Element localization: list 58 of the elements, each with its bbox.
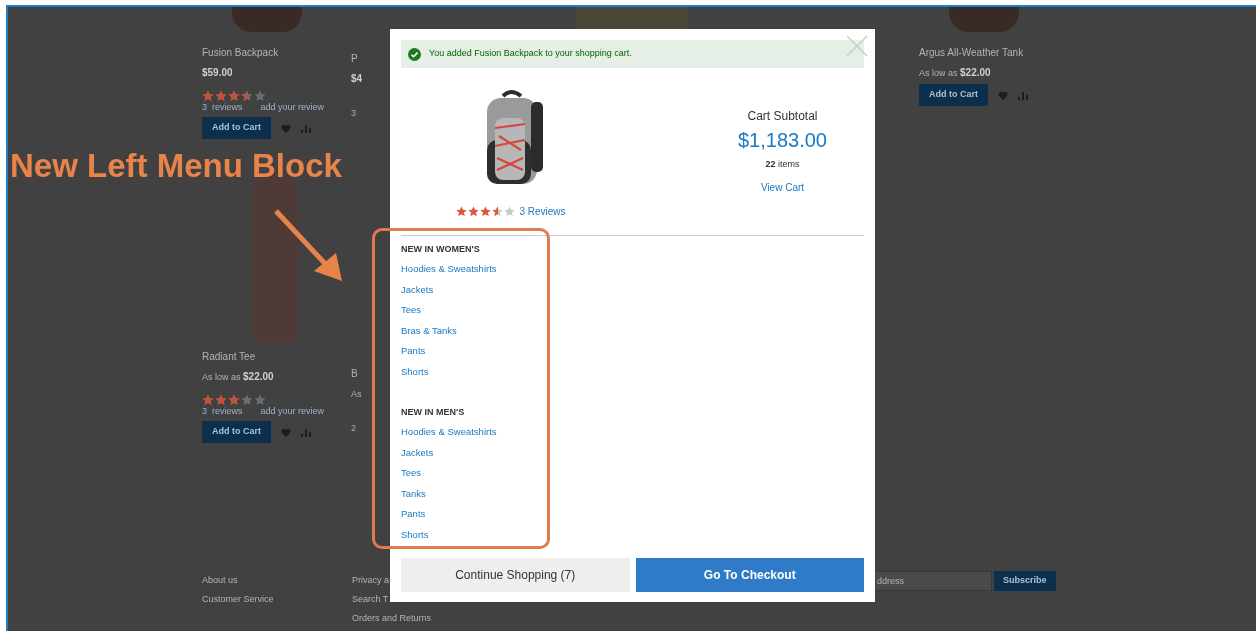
- reviews-link[interactable]: 2: [351, 423, 356, 434]
- reviews-link[interactable]: 3 Reviews: [519, 204, 566, 219]
- photo-placeholder: [949, 7, 1019, 32]
- footer-link[interactable]: Orders and Returns: [352, 611, 432, 625]
- checkout-button[interactable]: Go To Checkout: [635, 558, 864, 592]
- menu-link[interactable]: Shorts: [401, 524, 429, 545]
- item-count: 22 items: [765, 158, 800, 171]
- continue-shopping-button[interactable]: Continue Shopping (7): [401, 558, 630, 592]
- heart-icon[interactable]: [998, 90, 1008, 100]
- menu-link[interactable]: Bras & Tanks: [401, 320, 457, 341]
- bar-chart-icon[interactable]: [1018, 90, 1028, 100]
- email-field[interactable]: ddress: [874, 571, 992, 591]
- add-review-link[interactable]: add your review: [260, 406, 325, 417]
- reviews-link[interactable]: 3: [351, 108, 356, 119]
- menu-link[interactable]: Hoodies & Sweatshirts: [401, 422, 497, 443]
- annotation-label: New Left Menu Block: [10, 146, 342, 186]
- bar-chart-icon[interactable]: [301, 123, 311, 133]
- heart-icon[interactable]: [281, 427, 291, 437]
- footer-link[interactable]: About us: [202, 573, 282, 587]
- product-price: As: [351, 388, 362, 401]
- cart-subtotal-label: Cart Subtotal: [747, 108, 818, 124]
- product-name[interactable]: B: [351, 367, 358, 381]
- menu-link[interactable]: Pants: [401, 504, 426, 525]
- product-price: $4: [351, 72, 363, 86]
- close-icon[interactable]: [846, 35, 868, 57]
- footer-link[interactable]: Customer Service: [202, 592, 282, 606]
- add-to-cart-button[interactable]: Add to Cart: [202, 421, 271, 443]
- reviews-link[interactable]: 3 reviews: [202, 102, 243, 113]
- add-to-cart-button[interactable]: Add to Cart: [202, 117, 271, 139]
- arrow-icon: [272, 207, 344, 283]
- menu-heading: NEW IN MEN'S: [401, 406, 466, 419]
- product-name[interactable]: P: [351, 52, 358, 66]
- subscribe-button[interactable]: Subscribe: [994, 571, 1056, 591]
- product-name[interactable]: Argus All-Weather Tank: [919, 46, 1024, 60]
- menu-link[interactable]: Shorts: [401, 361, 429, 382]
- product-name[interactable]: Radiant Tee: [202, 350, 256, 364]
- message-text: You added Fusion Backpack to your shopping cart.: [429, 47, 632, 61]
- menu-heading: NEW IN WOMEN'S: [401, 243, 481, 256]
- menu-link[interactable]: Hoodies & Sweatshirts: [401, 259, 497, 280]
- add-review-link[interactable]: add your review: [260, 102, 325, 113]
- check-icon: [408, 47, 421, 61]
- menu-link[interactable]: Jackets: [401, 279, 434, 300]
- reviews-link[interactable]: 3 reviews: [202, 406, 243, 417]
- product-price: As low as $22.00: [919, 66, 991, 80]
- product-price: As low as $22.00: [202, 370, 274, 384]
- photo-placeholder: [232, 7, 302, 32]
- menu-link[interactable]: Tees: [401, 463, 422, 484]
- menu-link[interactable]: Pants: [401, 341, 426, 362]
- menu-link[interactable]: Tanks: [401, 483, 426, 504]
- product-name[interactable]: Fusion Backpack: [202, 46, 279, 60]
- product-price: $59.00: [202, 66, 233, 80]
- menu-link[interactable]: Tees: [401, 300, 422, 321]
- add-to-cart-button[interactable]: Add to Cart: [919, 84, 988, 106]
- bar-chart-icon[interactable]: [301, 427, 311, 437]
- menu-link[interactable]: Jackets: [401, 442, 434, 463]
- view-cart-link[interactable]: View Cart: [760, 179, 805, 195]
- heart-icon[interactable]: [281, 123, 291, 133]
- cart-subtotal-amount: $1,183.00: [738, 128, 827, 152]
